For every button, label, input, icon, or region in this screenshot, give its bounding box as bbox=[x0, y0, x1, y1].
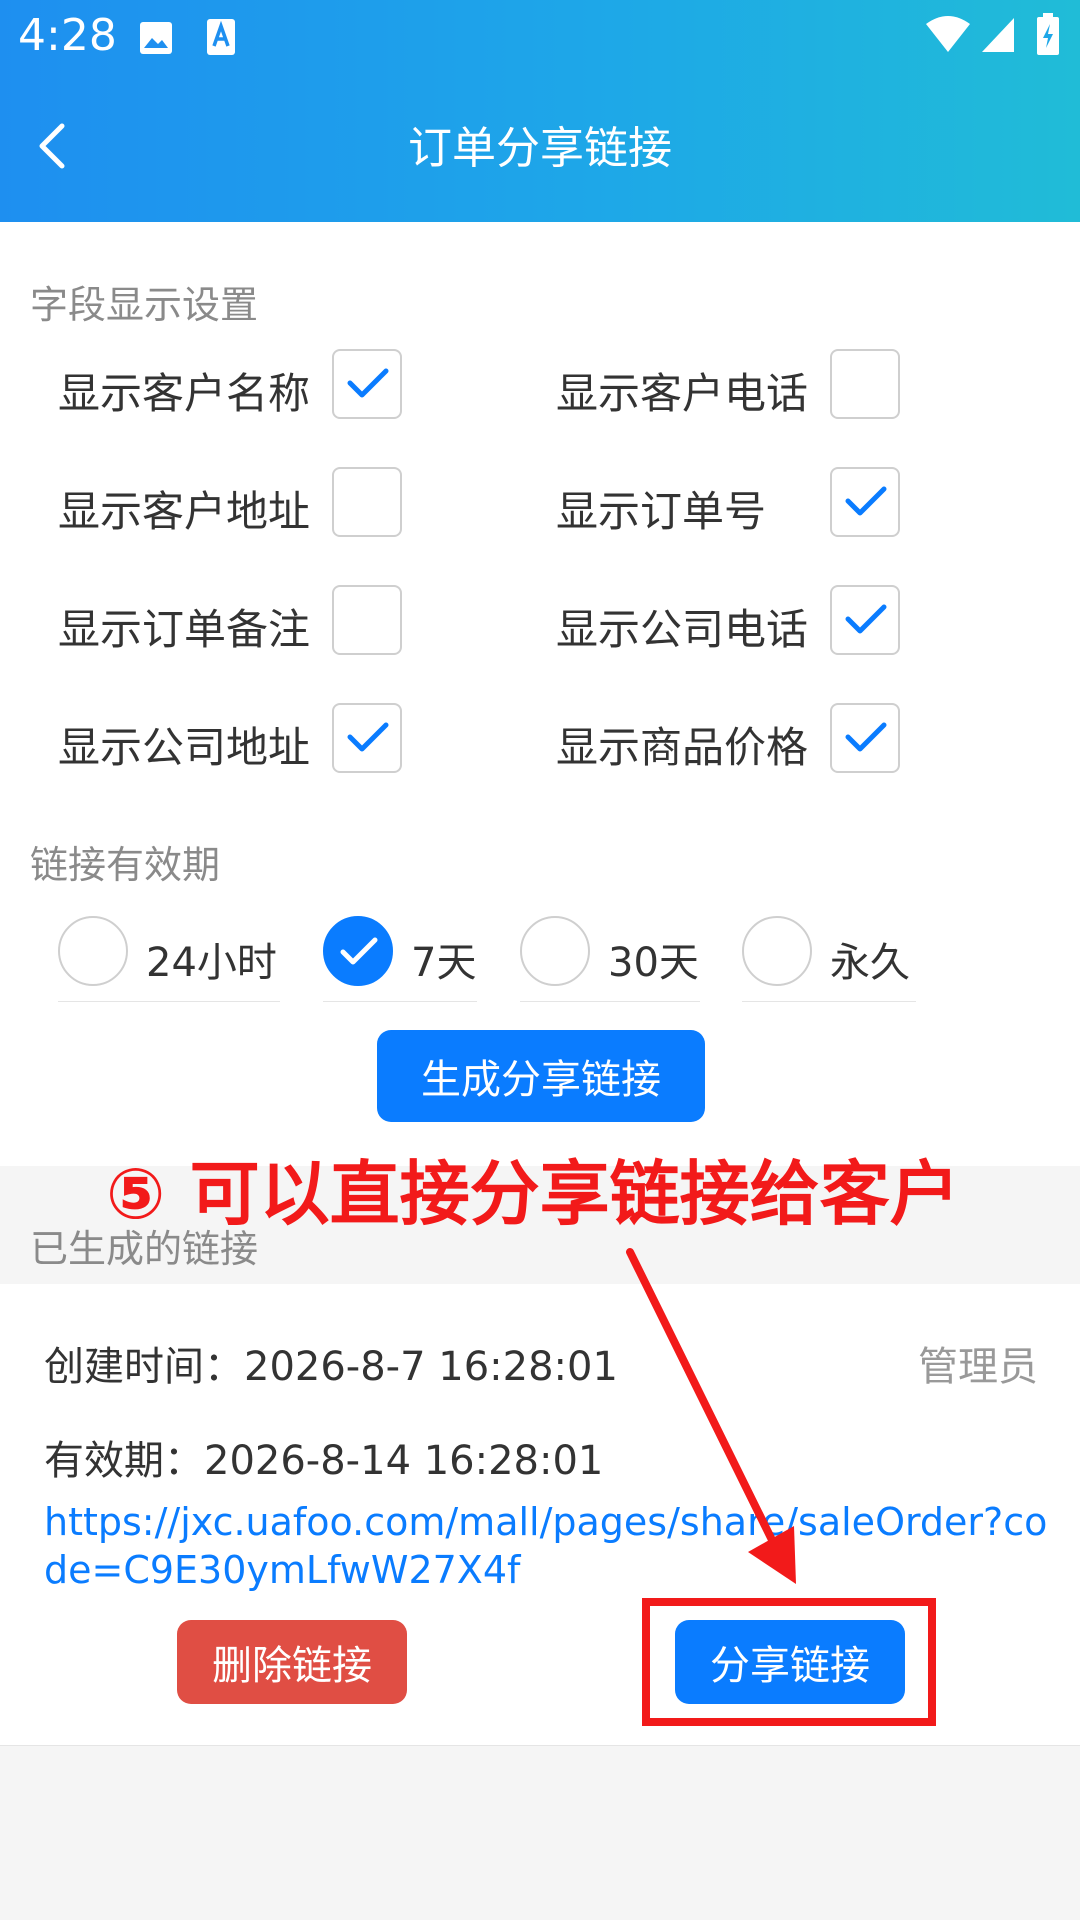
field-label-customer-phone: 显示客户电话 bbox=[556, 369, 809, 418]
validity-label: 链接有效期 bbox=[30, 843, 221, 887]
radio-circle-forever bbox=[742, 916, 812, 986]
radio-24h[interactable]: 24小时 bbox=[58, 916, 280, 1002]
field-label-product-price: 显示商品价格 bbox=[556, 723, 809, 772]
wifi-icon bbox=[926, 16, 970, 52]
annotation-text: ⑤ 可以直接分享链接给客户 bbox=[106, 1153, 960, 1235]
radio-circle-30d bbox=[520, 916, 590, 986]
share-url-link[interactable]: https://jxc.uafoo.com/mall/pages/share/s… bbox=[44, 1498, 1047, 1594]
radio-7d[interactable]: 7天 bbox=[323, 916, 477, 1002]
checkbox-customer-phone[interactable] bbox=[830, 349, 900, 419]
share-url-line-2: de=C9E30ymLfwW27X4f bbox=[44, 1548, 521, 1592]
created-time: 创建时间：2026-8-7 16:28:01 bbox=[44, 1334, 618, 1392]
radio-forever[interactable]: 永久 bbox=[742, 916, 916, 1002]
signal-icon bbox=[982, 18, 1014, 52]
generate-link-button[interactable]: 生成分享链接 bbox=[377, 1030, 705, 1122]
share-url-line-1: https://jxc.uafoo.com/mall/pages/share/s… bbox=[44, 1500, 1048, 1544]
expiry-time: 有效期：2026-8-14 16:28:01 bbox=[44, 1428, 603, 1486]
field-label-company-address: 显示公司地址 bbox=[58, 723, 311, 772]
field-label-order-note: 显示订单备注 bbox=[58, 605, 311, 654]
image-icon bbox=[140, 22, 172, 54]
generate-link-button-label: 生成分享链接 bbox=[421, 1057, 661, 1103]
delete-link-button[interactable]: 删除链接 bbox=[177, 1620, 407, 1704]
checkbox-order-note[interactable] bbox=[332, 585, 402, 655]
field-label-customer-address: 显示客户地址 bbox=[58, 487, 311, 536]
annotation-highlight-box bbox=[642, 1598, 936, 1726]
radio-label-forever: 永久 bbox=[830, 940, 910, 986]
page-title: 订单分享链接 bbox=[408, 123, 672, 174]
radio-label-7d: 7天 bbox=[411, 940, 477, 986]
radio-label-24h: 24小时 bbox=[146, 940, 277, 986]
checkbox-company-phone[interactable] bbox=[830, 585, 900, 655]
checkbox-order-number[interactable] bbox=[830, 467, 900, 537]
radio-circle-7d bbox=[323, 916, 393, 986]
field-label-customer-name: 显示客户名称 bbox=[58, 369, 311, 418]
field-label-company-phone: 显示公司电话 bbox=[556, 605, 809, 654]
delete-link-button-label: 删除链接 bbox=[212, 1643, 372, 1689]
expiry-time-label: 有效期： bbox=[44, 1438, 204, 1484]
checkbox-product-price[interactable] bbox=[830, 703, 900, 773]
radio-label-30d: 30天 bbox=[608, 940, 699, 986]
radio-30d[interactable]: 30天 bbox=[520, 916, 700, 1002]
created-time-value: 2026-8-7 16:28:01 bbox=[244, 1344, 618, 1390]
status-time: 4:28 bbox=[18, 10, 117, 61]
created-time-label: 创建时间： bbox=[44, 1344, 244, 1390]
text-a-icon bbox=[207, 19, 235, 55]
creator-name: 管理员 bbox=[918, 1344, 1038, 1390]
field-settings-label: 字段显示设置 bbox=[30, 283, 259, 327]
checkbox-company-address[interactable] bbox=[332, 703, 402, 773]
field-label-order-number: 显示订单号 bbox=[556, 487, 767, 536]
battery-icon bbox=[1037, 13, 1059, 55]
expiry-time-value: 2026-8-14 16:28:01 bbox=[204, 1438, 604, 1484]
radio-circle-24h bbox=[58, 916, 128, 986]
annotation-arrow bbox=[626, 1248, 796, 1584]
checkbox-customer-address[interactable] bbox=[332, 467, 402, 537]
checkbox-customer-name[interactable] bbox=[332, 349, 402, 419]
